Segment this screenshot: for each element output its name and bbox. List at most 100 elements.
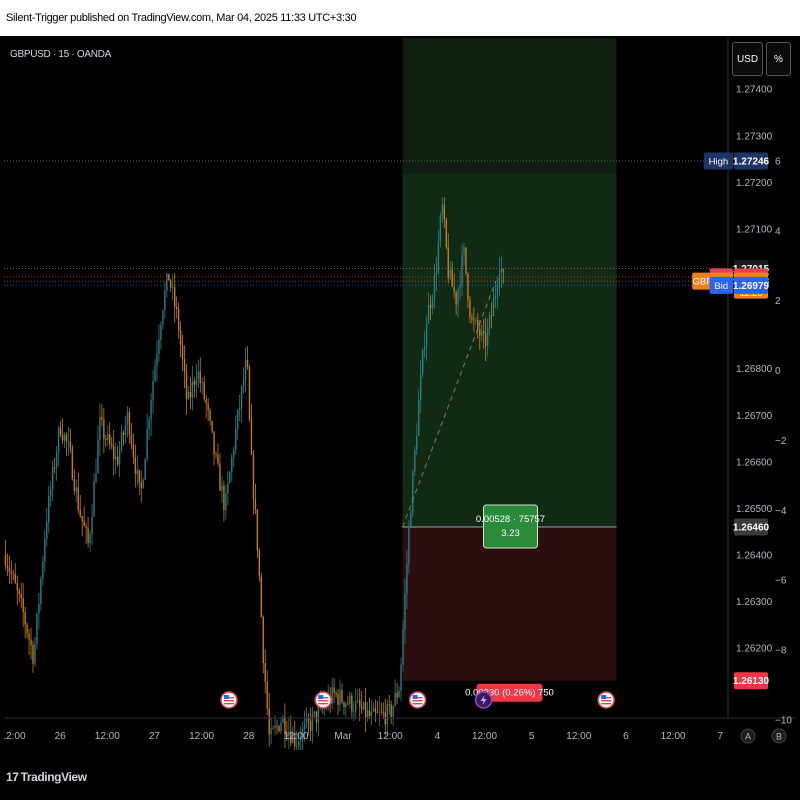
candle-body — [166, 273, 168, 291]
candle-body — [341, 690, 343, 703]
us-flag-event-icon[interactable] — [314, 691, 332, 709]
candle-body — [6, 565, 9, 568]
candle — [6, 553, 9, 577]
candle — [266, 670, 268, 715]
candle-body — [445, 219, 447, 247]
us-flag-event-icon[interactable] — [597, 691, 615, 709]
candle — [105, 435, 107, 447]
percent-tick: −10 — [775, 715, 792, 726]
candle — [197, 359, 200, 388]
candle-body — [280, 722, 282, 732]
candle — [69, 428, 72, 454]
percent-tick: −8 — [775, 646, 787, 657]
candle-body — [209, 410, 211, 421]
us-flag-event-icon[interactable] — [220, 691, 238, 709]
candle-body — [333, 687, 335, 693]
candle — [280, 716, 282, 735]
price-tick: 1.26600 — [736, 457, 773, 468]
candle-body — [18, 590, 20, 594]
candle — [374, 699, 377, 723]
candle-body — [242, 380, 245, 387]
candle — [309, 707, 312, 742]
candle — [87, 517, 89, 548]
flag-stripe — [412, 703, 423, 705]
candle — [32, 640, 34, 673]
candle-body — [114, 456, 117, 460]
chart-panel[interactable]: 0.01067 (0.84%) 1808.330.00528 · 757573.… — [0, 5, 796, 760]
candle — [183, 345, 186, 389]
flag-stripe — [223, 700, 234, 702]
candle-body — [140, 482, 142, 488]
candle-body — [219, 463, 221, 491]
flag-stripe — [223, 703, 234, 705]
candle — [445, 217, 447, 250]
candle — [229, 470, 231, 484]
percent-tick: −4 — [775, 506, 787, 517]
candle — [107, 424, 109, 446]
candle — [360, 691, 363, 714]
candle-body — [296, 745, 298, 747]
tradingview-logo[interactable]: 17 TradingView — [6, 770, 87, 784]
candle — [168, 273, 170, 281]
candle-body — [97, 439, 99, 474]
percent-tick: 0 — [775, 366, 781, 377]
candle-body — [502, 269, 505, 272]
candle-body — [83, 521, 85, 526]
lightning-event-icon[interactable] — [474, 691, 493, 709]
candle — [235, 415, 237, 455]
candle-body — [447, 246, 449, 278]
candle-body — [134, 457, 137, 475]
price-tick: 1.27100 — [736, 224, 773, 235]
candle-body — [201, 382, 203, 384]
currency-button[interactable]: USD — [732, 42, 763, 76]
candle — [392, 705, 394, 727]
candle-body — [8, 567, 11, 572]
candle-body — [378, 711, 381, 713]
candle-body — [20, 593, 22, 598]
candle — [12, 569, 15, 581]
candle — [264, 649, 266, 694]
candle — [394, 679, 396, 708]
candle-body — [406, 563, 408, 594]
candle — [63, 432, 66, 448]
candle-body — [386, 704, 388, 725]
candle — [132, 433, 135, 465]
candle — [134, 444, 137, 488]
entry-label-line1: 0.00528 · 75757 — [476, 514, 545, 525]
candle-body — [398, 690, 400, 697]
candle — [61, 418, 64, 445]
candle-body — [309, 721, 312, 731]
candle-body — [252, 454, 255, 500]
candle-body — [420, 374, 422, 401]
candle-body — [164, 290, 166, 311]
candle — [244, 347, 247, 393]
candle-body — [496, 285, 499, 294]
candle-body — [105, 438, 107, 441]
candle-body — [414, 449, 416, 472]
candle-body — [10, 571, 13, 574]
candle — [138, 469, 140, 495]
scale-a-button: A — [740, 728, 756, 744]
candle-body — [258, 550, 261, 577]
level-lines — [4, 160, 728, 286]
candle — [146, 413, 148, 463]
candle-body — [337, 694, 339, 705]
candle — [335, 690, 337, 698]
price-chart[interactable]: 0.01067 (0.84%) 1808.330.00528 · 757573.… — [0, 5, 796, 760]
candle-body — [36, 613, 38, 644]
us-flag-event-icon[interactable] — [408, 691, 427, 709]
candle — [191, 365, 194, 411]
candle-body — [42, 561, 44, 579]
time-tick: 12:00 — [378, 731, 403, 742]
candle-body — [187, 391, 190, 399]
candle-body — [477, 320, 479, 330]
candle-body — [240, 386, 243, 408]
candle — [122, 429, 125, 446]
candle-body — [364, 701, 367, 718]
candle — [213, 431, 215, 466]
candle-body — [73, 479, 76, 492]
candle-body — [168, 273, 170, 281]
candle — [358, 688, 361, 722]
percent-button[interactable]: % — [766, 42, 791, 76]
candle-body — [24, 612, 26, 625]
